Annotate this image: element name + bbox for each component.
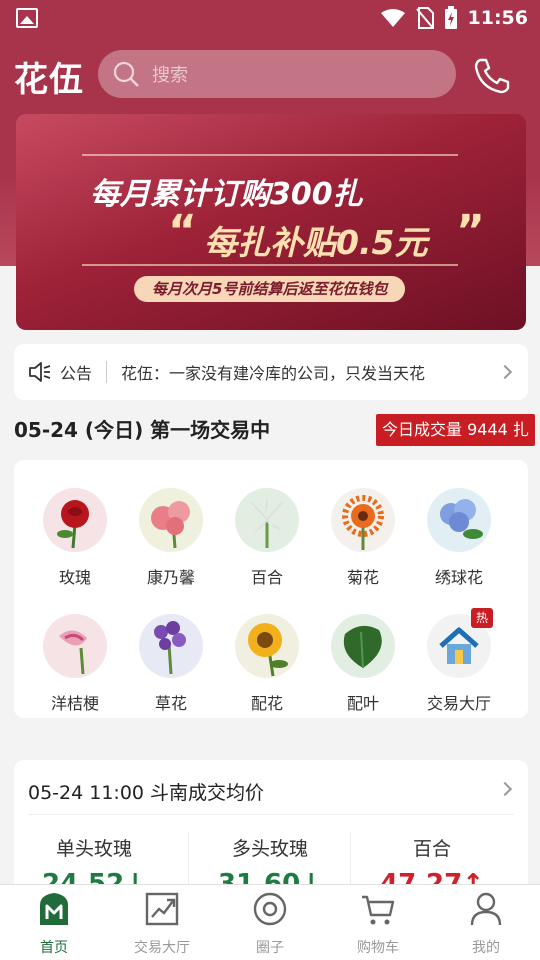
sunflower-icon <box>235 614 299 678</box>
category-chrysanthemum[interactable]: 菊花 <box>315 488 411 588</box>
category-label: 交易大厅 <box>426 694 491 713</box>
status-bar: 11:56 <box>0 0 540 36</box>
category-lisianthus[interactable]: 洋桔梗 <box>27 614 123 714</box>
statice-icon <box>139 614 203 678</box>
announcement-bar[interactable]: 公告 花伍：一家没有建冷库的公司，只发当天花 <box>14 344 528 400</box>
category-rose[interactable]: 玫瑰 <box>27 488 123 588</box>
banner-highlight: 每扎补贴0.5元 <box>204 223 428 262</box>
status-time: 11:56 <box>467 7 528 29</box>
tab-circle[interactable]: 圈子 <box>216 891 324 957</box>
price-name: 单头玫瑰 <box>55 838 132 860</box>
house-icon: 热 <box>427 608 493 678</box>
lisianthus-icon <box>43 614 107 678</box>
quote-close-icon: ” <box>456 206 485 257</box>
category-hydrangea[interactable]: 绣球花 <box>411 488 507 588</box>
tab-cart[interactable]: 购物车 <box>324 891 432 957</box>
search-input[interactable]: 搜索 <box>98 50 456 98</box>
category-statice[interactable]: 草花 <box>123 614 219 714</box>
category-label: 康乃馨 <box>146 568 195 587</box>
circle-community-icon <box>253 892 287 926</box>
banner-title: 每月累计订购300扎 <box>90 177 363 212</box>
category-label: 百合 <box>250 568 283 587</box>
search-icon <box>113 61 139 87</box>
category-label: 草花 <box>154 694 187 713</box>
phone-icon[interactable] <box>470 54 514 98</box>
category-sunflower[interactable]: 配花 <box>219 614 315 714</box>
brand-logo: 花伍 <box>14 60 84 100</box>
battery-charging-icon <box>444 6 457 29</box>
category-label: 配叶 <box>346 694 379 713</box>
gallery-notification-icon <box>16 8 38 28</box>
category-trading-hall[interactable]: 热 交易大厅 <box>411 608 507 714</box>
lily-icon <box>235 488 299 552</box>
announcement-label: 公告 <box>60 364 93 383</box>
tab-label: 首页 <box>40 940 68 956</box>
category-label: 绣球花 <box>434 568 483 587</box>
category-label: 洋桔梗 <box>50 694 99 713</box>
price-title: 05-24 11:00 斗南成交均价 <box>28 782 265 804</box>
monstera-leaf-icon <box>331 614 395 678</box>
hot-badge: 热 <box>471 608 493 628</box>
shopping-cart-icon <box>362 895 395 925</box>
rose-icon <box>43 488 107 552</box>
tab-home[interactable]: 首页 <box>0 891 108 957</box>
tab-trading-hall[interactable]: 交易大厅 <box>108 891 216 957</box>
banner-divider <box>82 154 458 156</box>
price-card[interactable]: 05-24 11:00 斗南成交均价 单头玫瑰 24.52↓ 多头玫瑰 31.6… <box>14 760 528 900</box>
price-name: 百合 <box>412 838 451 860</box>
divider <box>350 832 351 892</box>
chrysanthemum-icon <box>331 488 395 552</box>
quote-open-icon: “ <box>168 206 197 257</box>
tab-label: 圈子 <box>256 940 284 956</box>
carnation-icon <box>139 488 203 552</box>
category-label: 玫瑰 <box>58 568 91 587</box>
tab-label: 购物车 <box>357 940 399 956</box>
promo-banner[interactable]: 每月累计订购300扎 “ 每扎补贴0.5元 ” 每月次月5号前结算后返至花伍钱包 <box>16 114 526 330</box>
announcement-text: 花伍：一家没有建冷库的公司，只发当天花 <box>121 364 426 383</box>
no-sim-icon <box>415 7 434 29</box>
wifi-icon <box>380 9 405 27</box>
category-foliage[interactable]: 配叶 <box>315 614 411 714</box>
status-icons: 11:56 <box>380 5 528 31</box>
chevron-right-icon <box>497 364 513 380</box>
category-label: 配花 <box>250 694 283 713</box>
price-name: 多头玫瑰 <box>231 838 308 860</box>
home-icon <box>40 893 68 925</box>
divider <box>106 361 108 383</box>
category-label: 菊花 <box>346 568 379 587</box>
tab-label: 我的 <box>472 940 500 956</box>
divider <box>28 814 514 815</box>
chevron-right-icon <box>497 781 513 797</box>
speaker-icon <box>29 362 51 382</box>
divider <box>188 832 189 892</box>
category-carnation[interactable]: 康乃馨 <box>123 488 219 588</box>
hydrangea-icon <box>427 488 491 552</box>
trend-chart-icon <box>145 892 179 926</box>
bottom-tab-bar: 首页 交易大厅 圈子 购物车 我的 <box>0 884 540 960</box>
banner-divider <box>82 264 458 266</box>
banner-note: 每月次月5号前结算后返至花伍钱包 <box>134 276 406 302</box>
tab-profile[interactable]: 我的 <box>432 891 540 957</box>
user-icon <box>470 892 502 926</box>
category-lily[interactable]: 百合 <box>219 488 315 588</box>
category-grid: 玫瑰 康乃馨 百合 菊花 绣球花 洋桔梗 草花 配花 配叶 热 交易大厅 <box>14 460 528 718</box>
trade-volume-badge: 今日成交量 9444 扎 <box>376 414 535 446</box>
session-title: 05-24 (今日) 第一场交易中 <box>14 418 271 442</box>
tab-label: 交易大厅 <box>134 940 190 956</box>
search-placeholder: 搜索 <box>152 65 188 86</box>
